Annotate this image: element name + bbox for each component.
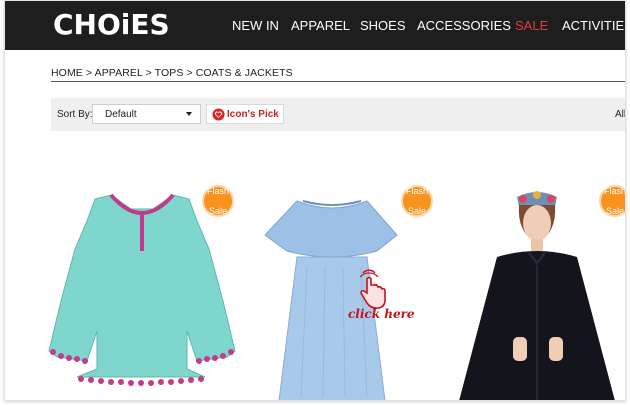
badge-line-flash: Flash — [206, 186, 229, 196]
breadcrumb[interactable]: HOME > APPAREL > TOPS > COATS & JACKETS — [51, 67, 293, 79]
sort-select[interactable]: Default — [92, 104, 201, 124]
badge-line-sale: Sale — [407, 206, 426, 216]
badge-line-flash: Flash — [603, 186, 626, 196]
nav-item-activities[interactable]: ACTIVITIES — [562, 17, 625, 35]
product-card-black-cape[interactable] — [457, 187, 617, 400]
product-card-mint-dress[interactable] — [47, 191, 237, 400]
sort-by-label: Sort By: — [57, 109, 93, 120]
black-cape-model-image — [459, 191, 615, 400]
mint-tassel-dress-image — [48, 193, 236, 386]
badge-line-sale: Sale — [605, 206, 624, 216]
flash-sale-badge[interactable]: Flash Sale — [202, 185, 234, 217]
pointing-hand-icon — [359, 269, 386, 309]
icons-pick-label: Icon's Pick — [227, 109, 279, 120]
flash-sale-badge[interactable]: Flash Sale — [599, 185, 626, 217]
view-all-link[interactable]: All — [615, 109, 625, 120]
nav-item-shoes[interactable]: SHOES — [360, 17, 406, 35]
flash-sale-badge[interactable]: Flash Sale — [401, 185, 433, 217]
nav-item-accessories[interactable]: ACCESSORIES — [417, 17, 511, 35]
page-frame: CHOiES NEW IN APPAREL SHOES ACCESSORIES … — [4, 0, 626, 401]
badge-line-flash: Flash — [405, 186, 428, 196]
filter-toolbar: Sort By: Default Icon's Pick All — [51, 98, 625, 131]
nav-item-sale[interactable]: SALE — [515, 17, 548, 35]
breadcrumb-divider — [51, 81, 625, 82]
nav-item-apparel[interactable]: APPAREL — [291, 17, 350, 35]
nav-item-new-in[interactable]: NEW IN — [232, 17, 279, 35]
click-here-annotation: click here — [348, 307, 415, 321]
sort-selected-value: Default — [105, 109, 137, 120]
chevron-down-icon — [186, 112, 192, 116]
heart-badge-icon — [212, 108, 225, 121]
icons-pick-button[interactable]: Icon's Pick — [206, 104, 284, 124]
choies-logo[interactable]: CHOiES — [53, 8, 170, 42]
badge-line-sale: Sale — [208, 206, 227, 216]
top-navigation-bar: CHOiES NEW IN APPAREL SHOES ACCESSORIES … — [5, 1, 625, 50]
